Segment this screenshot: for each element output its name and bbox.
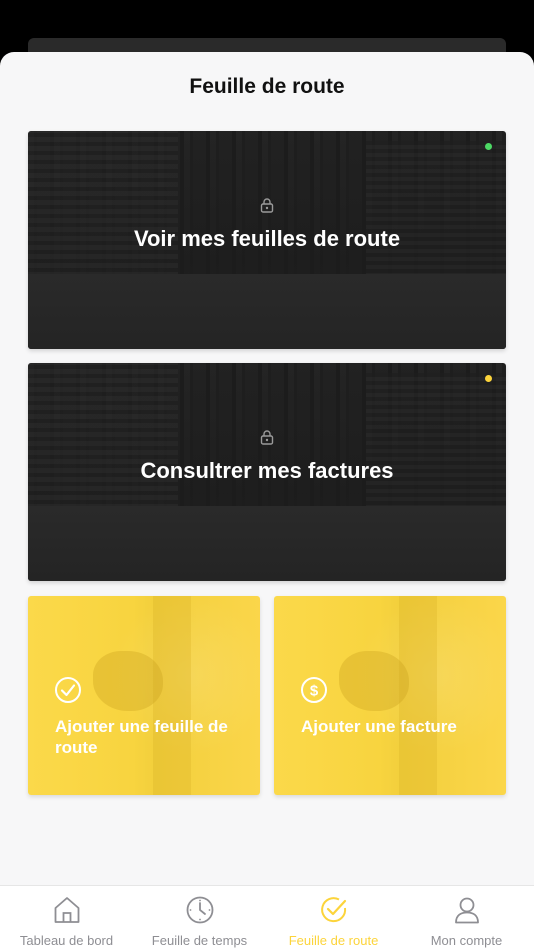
home-icon: [54, 897, 79, 923]
check-circle-icon: [55, 677, 81, 703]
lock-icon: [260, 198, 274, 213]
tab-timesheet[interactable]: Feuille de temps: [133, 886, 266, 950]
page-title: Feuille de route: [189, 75, 345, 98]
tab-label: Feuille de route: [288, 933, 379, 948]
tab-bar: Tableau de bord Feuille de temps Feuille…: [0, 885, 534, 950]
card-title: Voir mes feuilles de route: [133, 226, 401, 251]
tab-route-sheet[interactable]: Feuille de route: [267, 886, 400, 950]
card-background-image: [28, 131, 178, 281]
action-title: Ajouter une facture: [301, 717, 457, 736]
tab-label: Mon compte: [430, 933, 503, 948]
status-dot: [485, 143, 492, 150]
tab-account[interactable]: Mon compte: [400, 886, 533, 950]
card-title: Consultrer mes factures: [140, 458, 394, 483]
add-route-sheet-card[interactable]: Ajouter une feuille de route: [28, 596, 260, 795]
tab-dashboard[interactable]: Tableau de bord: [0, 886, 133, 950]
status-dot: [485, 375, 492, 382]
modal-sheet: Feuille de route Voir mes feuilles de ro…: [0, 52, 534, 950]
add-invoice-card[interactable]: $ Ajouter une facture: [274, 596, 506, 795]
dollar-circle-icon: $: [301, 677, 327, 703]
check-circle-icon: [320, 897, 346, 923]
view-invoices-card[interactable]: Consultrer mes factures: [28, 363, 506, 581]
tab-label: Tableau de bord: [19, 933, 114, 948]
svg-text:$: $: [310, 683, 319, 700]
action-title: Ajouter une feuille de route: [55, 717, 228, 757]
clock-icon: [186, 896, 213, 924]
view-routes-card[interactable]: Voir mes feuilles de route: [28, 131, 506, 349]
lock-icon: [260, 430, 274, 445]
tab-label: Feuille de temps: [151, 933, 248, 948]
card-background-image: [28, 363, 178, 513]
user-icon: [454, 897, 479, 924]
